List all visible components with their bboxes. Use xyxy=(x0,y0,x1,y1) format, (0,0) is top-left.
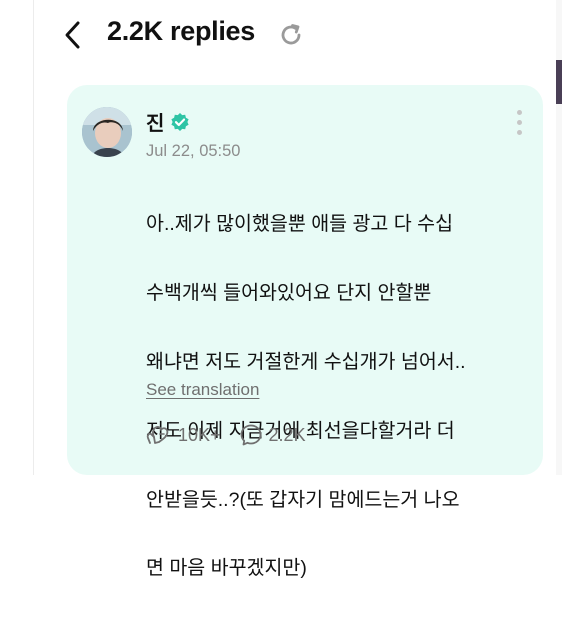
like-button[interactable]: 10K+ xyxy=(146,423,221,447)
heart-hands-icon xyxy=(146,426,169,444)
header: 2.2K replies xyxy=(0,0,556,70)
more-dot-icon xyxy=(516,119,522,125)
like-count: 10K+ xyxy=(178,424,221,445)
back-button[interactable] xyxy=(58,18,88,52)
refresh-icon xyxy=(281,24,301,45)
comment-bubble-icon xyxy=(240,424,261,446)
right-edge-strip xyxy=(556,60,562,104)
verified-badge-icon xyxy=(171,112,190,131)
post-actions: 10K+ 2.2K xyxy=(146,423,324,447)
post-body-line: 면 마음 바꾸겠지만) xyxy=(146,557,307,580)
more-dot-icon xyxy=(516,109,522,115)
comment-count: 2.2K xyxy=(268,424,306,445)
author-row: 진 xyxy=(146,107,190,136)
comment-button[interactable]: 2.2K xyxy=(239,423,306,447)
avatar[interactable] xyxy=(82,107,132,157)
post-body-line: 수백개씩 들어와있어요 단지 안할뿐 xyxy=(146,282,432,305)
author-name[interactable]: 진 xyxy=(146,107,164,136)
left-divider xyxy=(33,0,34,475)
refresh-button[interactable] xyxy=(276,20,306,50)
post-body-line: 안받을듯..?(또 갑자기 맘에드는거 나오 xyxy=(146,488,460,511)
avatar-image xyxy=(82,107,132,157)
post-card: 진 Jul 22, 05:50 아..제가 많이했을뿐 애들 광고 다 수십 수… xyxy=(67,85,543,579)
more-dot-icon xyxy=(516,129,522,135)
post-timestamp: Jul 22, 05:50 xyxy=(146,142,241,160)
see-translation-link[interactable]: See translation xyxy=(146,380,259,400)
post-body-line: 왜냐면 저도 거절한게 수십개가 넘어서.. xyxy=(146,351,466,374)
chevron-left-icon xyxy=(65,21,80,49)
page-title: 2.2K replies xyxy=(107,16,255,46)
more-options-button[interactable] xyxy=(507,107,531,137)
post-body-line: 아..제가 많이했을뿐 애들 광고 다 수십 xyxy=(146,213,454,236)
